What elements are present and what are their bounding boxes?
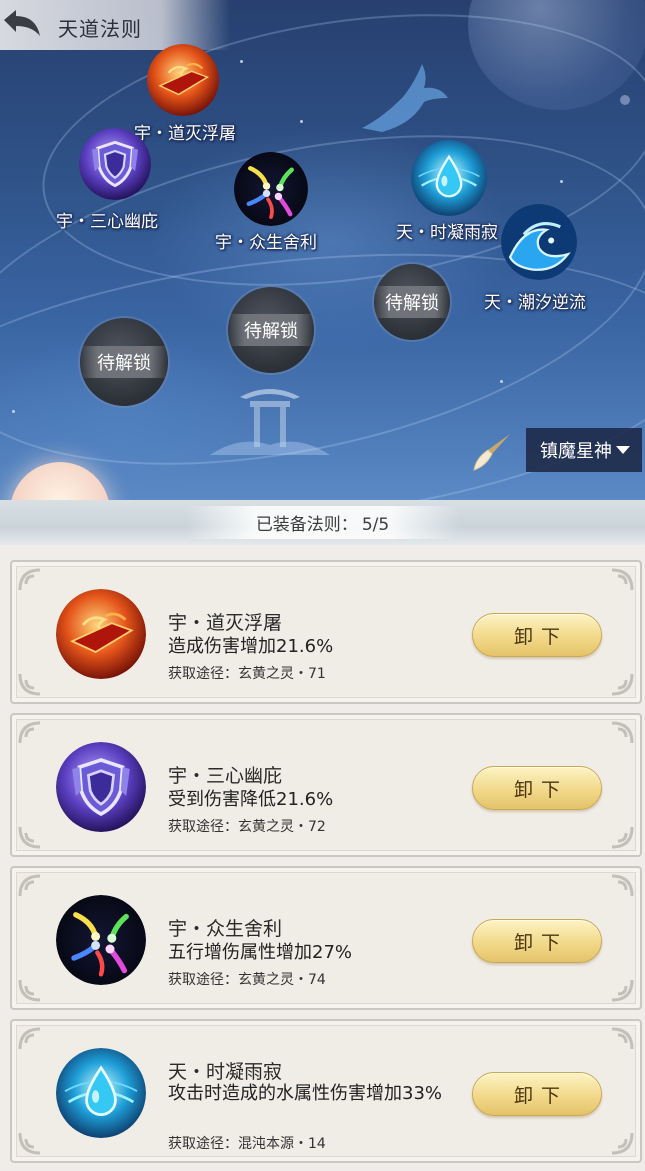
star [300,120,303,123]
law-icon [56,589,146,679]
star [620,95,630,105]
page-title: 天道法则 [58,17,142,41]
law-name: 宇・众生舍利 [168,918,283,940]
dropdown-value: 镇魔星神 [540,441,612,462]
unequip-button[interactable]: 卸下 [472,613,602,657]
locked-node[interactable]: 待解锁 [80,318,168,406]
equipped-bar: 已装备法则： 5/5 [0,500,645,545]
star [240,60,243,63]
law-card: 宇・三心幽庇 受到伤害降低21.6% 获取途径：玄黄之灵・72 卸下 [10,713,642,857]
group-dropdown[interactable]: 镇魔星神 [526,428,642,472]
whale-silhouette [362,64,448,132]
node-zhongsheng-sheli[interactable] [234,152,308,226]
locked-label: 待解锁 [80,346,168,378]
water-drop-icon [411,140,487,216]
corner-ornament-icon [611,1132,634,1155]
header-bar: 天道法则 [0,0,230,50]
corner-ornament-icon [611,874,634,897]
law-card: 天・时凝雨寂 攻击时造成的水属性伤害增加33% 获取途径：混沌本源・14 卸下 [10,1019,642,1163]
star [560,180,563,183]
corner-ornament-icon [18,568,41,591]
unequip-button[interactable]: 卸下 [472,919,602,963]
law-effect: 造成伤害增加21.6% [168,636,334,657]
corner-ornament-icon [18,1027,41,1050]
law-source: 获取途径：玄黄之灵・71 [168,666,326,682]
tide-wave-icon [501,204,577,280]
law-source: 获取途径：混沌本源・14 [168,1136,326,1152]
equipped-label: 已装备法则： [255,515,358,535]
locked-node[interactable]: 待解锁 [374,264,450,340]
corner-ornament-icon [611,673,634,696]
shield-icon [79,128,151,200]
corner-ornament-icon [611,826,634,849]
equipped-count: 5/5 [361,515,390,535]
node-label: 天・潮汐逆流 [484,293,586,313]
corner-ornament-icon [611,568,634,591]
star [12,410,15,413]
corner-ornament-icon [611,1027,634,1050]
corner-ornament-icon [18,721,41,744]
node-label: 天・时凝雨寂 [396,223,498,243]
law-source: 获取途径：玄黄之灵・72 [168,819,326,835]
unequip-button[interactable]: 卸下 [472,1072,602,1116]
shield-icon [56,742,146,832]
law-source: 获取途径：玄黄之灵・74 [168,972,326,988]
node-label: 宇・三心幽庇 [56,212,158,232]
locked-node[interactable]: 待解锁 [228,287,314,373]
node-sanxin-youbi[interactable] [79,128,151,200]
back-button[interactable] [0,6,46,44]
back-arrow-icon [4,10,40,36]
node-chaoxi-niliu[interactable] [501,204,577,280]
red-ship-icon [147,44,219,116]
comet-orbs-icon [234,152,308,226]
corner-ornament-icon [18,826,41,849]
corner-ornament-icon [611,721,634,744]
unequip-button[interactable]: 卸下 [472,766,602,810]
star [500,380,503,383]
locked-label: 待解锁 [374,286,450,318]
law-effect: 攻击时造成的水属性伤害增加33% [168,1083,443,1104]
law-name: 宇・三心幽庇 [168,765,283,787]
brush-icon[interactable] [470,432,512,472]
law-name: 天・时凝雨寂 [168,1061,283,1083]
temple-silhouette [210,389,330,455]
law-effect: 五行增伤属性增加27% [168,942,353,963]
corner-ornament-icon [18,979,41,1002]
node-label: 宇・众生舍利 [215,233,317,253]
node-shining-yuji[interactable] [411,140,487,216]
law-icon [56,895,146,985]
corner-ornament-icon [18,1132,41,1155]
corner-ornament-icon [611,979,634,1002]
red-ship-icon [56,589,146,679]
corner-ornament-icon [18,673,41,696]
node-daomie-futu[interactable] [147,44,219,116]
corner-ornament-icon [18,874,41,897]
equipped-banner: 已装备法则： 5/5 [185,506,460,539]
law-card: 宇・众生舍利 五行增伤属性增加27% 获取途径：玄黄之灵・74 卸下 [10,866,642,1010]
law-name: 宇・道灭浮屠 [168,612,283,634]
law-effect: 受到伤害降低21.6% [168,789,334,810]
comet-orbs-icon [56,895,146,985]
law-icon [56,1048,146,1138]
star-map: 天道法则 宇・道灭浮屠 宇・三心幽庇 宇・众生舍利 天・时凝雨寂 天・潮汐逆流 … [0,0,645,500]
locked-label: 待解锁 [228,314,314,346]
law-icon [56,742,146,832]
caret-down-icon [616,446,630,454]
node-label: 宇・道灭浮屠 [134,124,236,144]
water-drop-icon [56,1048,146,1138]
law-card: 宇・道灭浮屠 造成伤害增加21.6% 获取途径：玄黄之灵・71 卸下 [10,560,642,704]
